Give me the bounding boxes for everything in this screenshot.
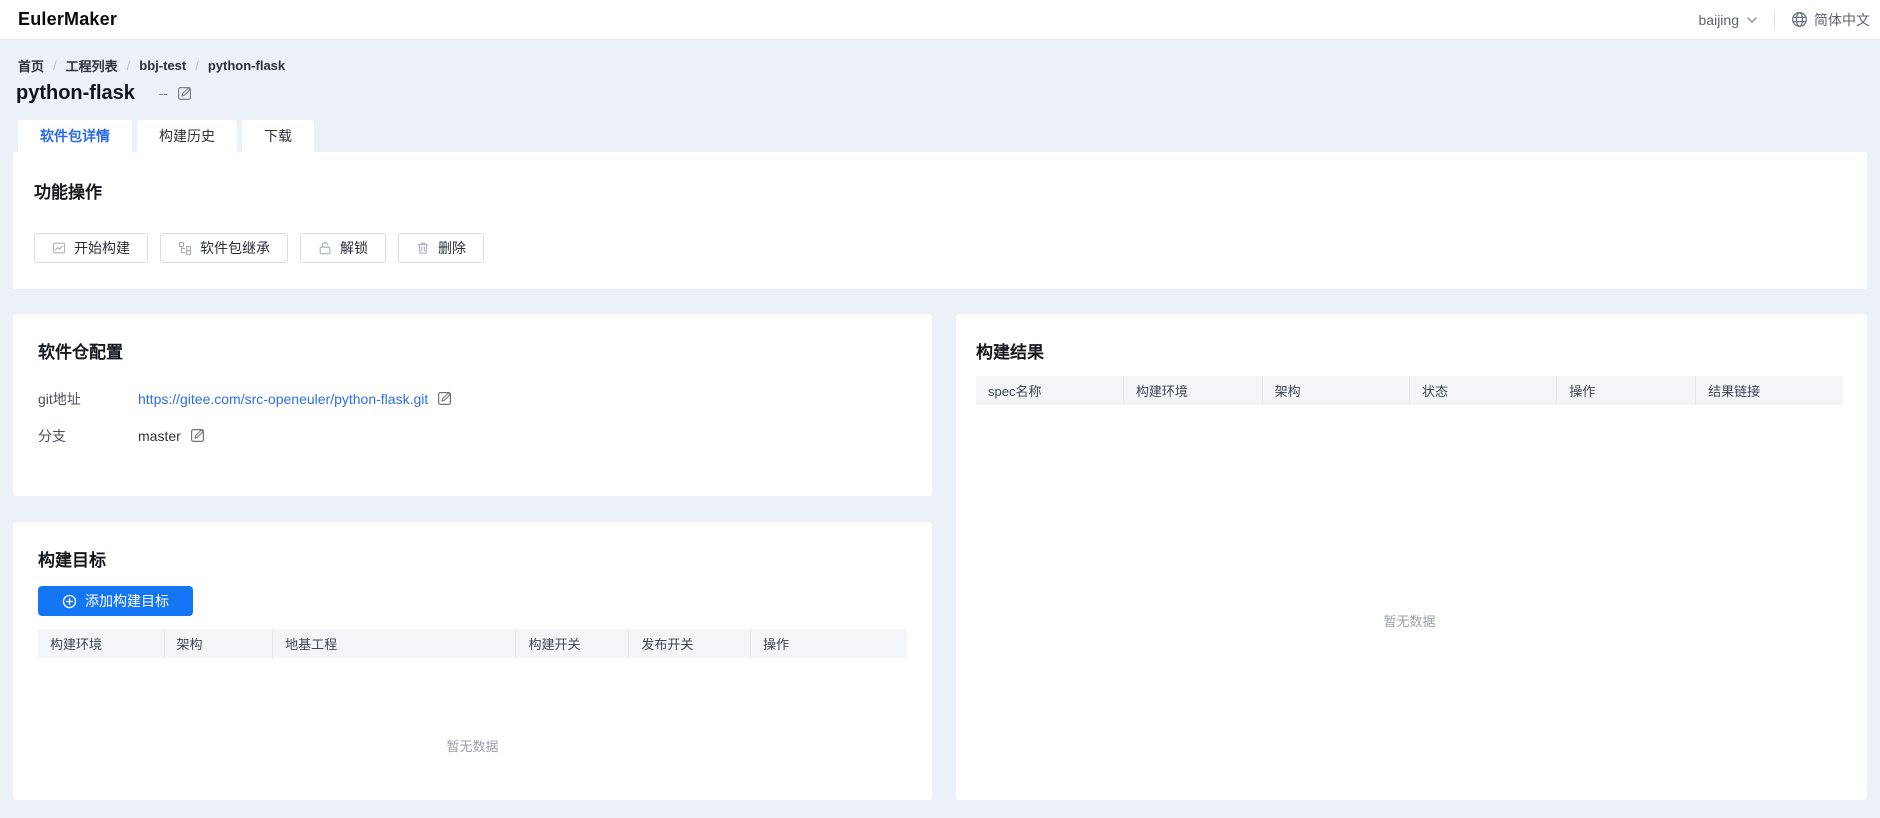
build-results-header-row: spec名称 构建环境 架构 状态 操作 结果链接 <box>976 376 1843 405</box>
username: baijing <box>1699 12 1739 28</box>
build-targets-card: 构建目标 添加构建目标 构建环境 架构 地基工程 构建开关 发布开关 <box>13 522 932 800</box>
tab-package-detail[interactable]: 软件包详情 <box>18 120 132 152</box>
col-result-link: 结果链接 <box>1696 376 1843 405</box>
edit-description-icon[interactable] <box>177 86 192 101</box>
user-menu[interactable]: baijing <box>1699 12 1758 28</box>
col-build-switch: 构建开关 <box>516 629 629 658</box>
build-targets-empty-state: 暂无数据 <box>38 658 907 800</box>
build-results-table: spec名称 构建环境 架构 状态 操作 结果链接 <box>976 376 1843 405</box>
breadcrumb-separator: / <box>127 58 131 73</box>
start-build-button[interactable]: 开始构建 <box>34 233 148 263</box>
build-results-empty-state: 暂无数据 <box>976 405 1843 800</box>
action-buttons: 开始构建 软件包继承 解锁 删除 <box>34 233 1843 263</box>
col-operation: 操作 <box>1557 376 1696 405</box>
package-inherit-label: 软件包继承 <box>200 238 270 258</box>
language-label: 简体中文 <box>1814 10 1870 30</box>
repo-config-card: 软件仓配置 git地址 https://gitee.com/src-openeu… <box>13 314 932 496</box>
globe-icon <box>1791 11 1808 28</box>
edit-branch-icon[interactable] <box>190 428 205 443</box>
tab-download[interactable]: 下载 <box>242 120 314 152</box>
tab-bar: 软件包详情 构建历史 下载 <box>18 120 1867 152</box>
build-targets-header-row: 构建环境 架构 地基工程 构建开关 发布开关 操作 <box>38 629 907 658</box>
branch-label: 分支 <box>38 426 138 446</box>
breadcrumb-project-list[interactable]: 工程列表 <box>66 56 118 75</box>
package-inherit-icon <box>178 241 192 255</box>
app-logo[interactable]: EulerMaker <box>18 9 117 30</box>
top-bar: EulerMaker baijing 简体中文 <box>0 0 1880 40</box>
col-build-env: 构建环境 <box>1123 376 1262 405</box>
col-operation: 操作 <box>751 629 907 658</box>
main-content: 首页 / 工程列表 / bbj-test / python-flask pyth… <box>0 56 1880 800</box>
breadcrumb-separator: / <box>53 58 57 73</box>
git-url-link[interactable]: https://gitee.com/src-openeuler/python-f… <box>138 391 428 407</box>
col-base-project: 地基工程 <box>273 629 516 658</box>
language-switcher[interactable]: 简体中文 <box>1791 10 1870 30</box>
col-arch: 架构 <box>1262 376 1409 405</box>
git-url-label: git地址 <box>38 389 138 409</box>
branch-row: 分支 master <box>38 417 907 454</box>
edit-git-url-icon[interactable] <box>437 391 452 406</box>
breadcrumb-project[interactable]: bbj-test <box>139 58 186 73</box>
breadcrumb: 首页 / 工程列表 / bbj-test / python-flask <box>18 56 1867 75</box>
divider <box>1774 12 1775 28</box>
git-url-row: git地址 https://gitee.com/src-openeuler/py… <box>38 380 907 417</box>
build-targets-title: 构建目标 <box>38 546 907 571</box>
unlock-icon <box>318 241 332 255</box>
delete-label: 删除 <box>438 238 466 258</box>
breadcrumb-separator: / <box>195 58 199 73</box>
circle-plus-icon <box>62 594 77 609</box>
col-arch: 架构 <box>164 629 273 658</box>
delete-icon <box>416 241 430 255</box>
build-results-title: 构建结果 <box>976 338 1843 363</box>
add-build-target-label: 添加构建目标 <box>85 591 169 611</box>
title-row: python-flask -- <box>16 82 1867 105</box>
page-title: python-flask <box>16 82 135 105</box>
col-build-env: 构建环境 <box>38 629 164 658</box>
page-subtitle: -- <box>159 86 168 101</box>
col-status: 状态 <box>1409 376 1556 405</box>
delete-button[interactable]: 删除 <box>398 233 484 263</box>
start-build-label: 开始构建 <box>74 238 130 258</box>
add-build-target-button[interactable]: 添加构建目标 <box>38 586 193 616</box>
actions-title: 功能操作 <box>34 178 1843 203</box>
repo-config-title: 软件仓配置 <box>38 338 907 363</box>
start-build-icon <box>52 241 66 255</box>
breadcrumb-package[interactable]: python-flask <box>208 58 285 73</box>
build-targets-table: 构建环境 架构 地基工程 构建开关 发布开关 操作 <box>38 629 907 658</box>
col-spec-name: spec名称 <box>976 376 1123 405</box>
actions-panel: 功能操作 开始构建 软件包继承 解锁 <box>13 152 1867 289</box>
unlock-label: 解锁 <box>340 238 368 258</box>
build-results-card: 构建结果 spec名称 构建环境 架构 状态 操作 结果链接 暂无数据 <box>956 314 1867 800</box>
unlock-button[interactable]: 解锁 <box>300 233 386 263</box>
package-inherit-button[interactable]: 软件包继承 <box>160 233 288 263</box>
col-publish-switch: 发布开关 <box>629 629 751 658</box>
tab-build-history[interactable]: 构建历史 <box>137 120 237 152</box>
chevron-down-icon <box>1746 14 1758 26</box>
breadcrumb-home[interactable]: 首页 <box>18 56 44 75</box>
branch-value: master <box>138 428 181 444</box>
